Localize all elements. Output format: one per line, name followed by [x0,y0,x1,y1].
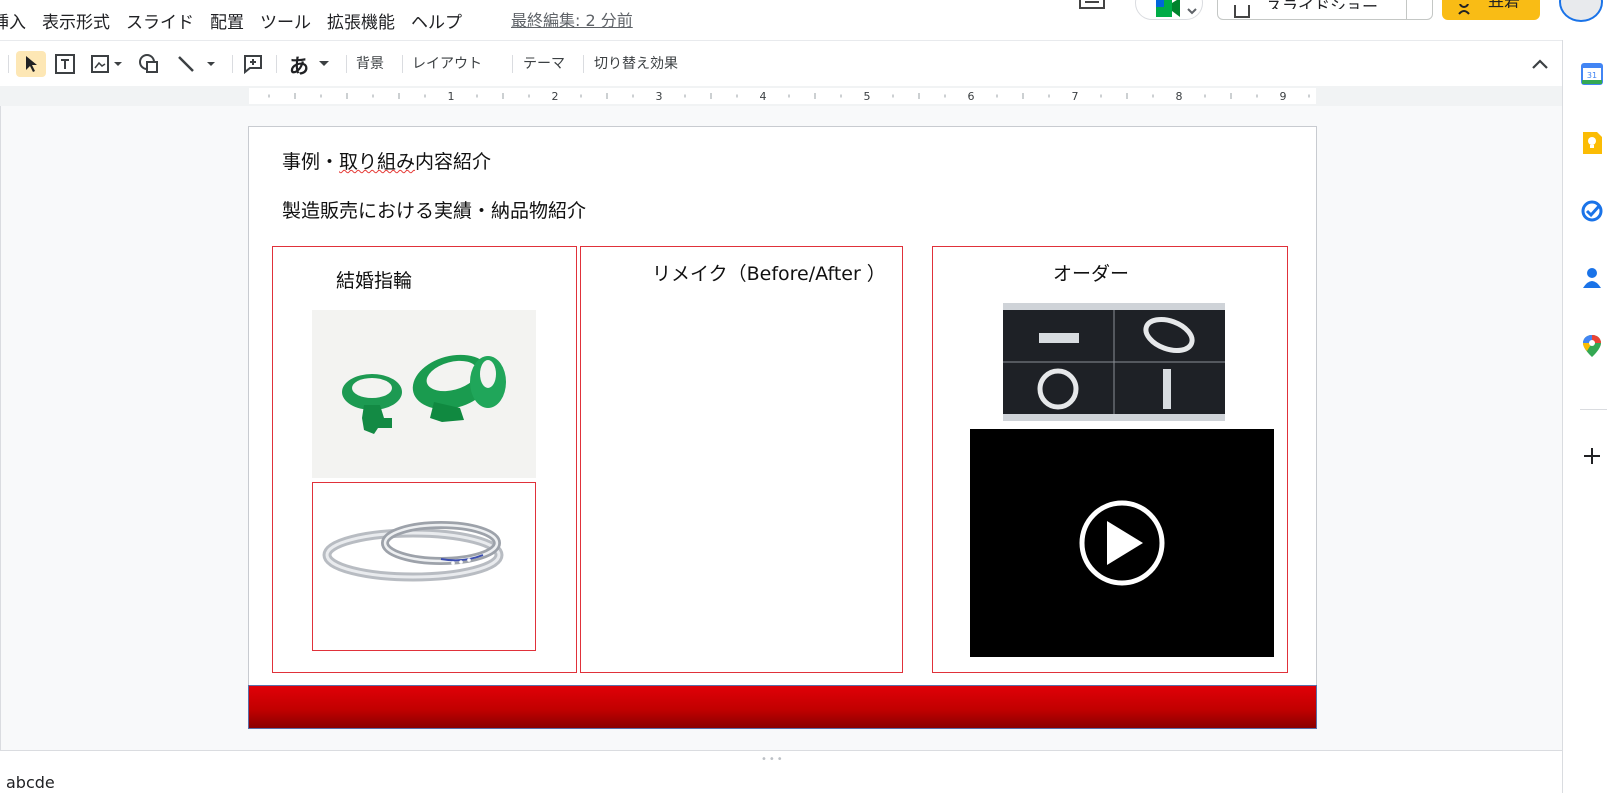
slideshow-dropdown[interactable] [1406,0,1432,19]
slide-title[interactable]: 事例・取り組み内容紹介 [282,147,491,174]
ruler-label: 6 [968,90,975,103]
menu-extensions[interactable]: 拡張機能 [327,8,395,33]
image-icon [91,55,122,73]
remake-box[interactable] [580,246,903,673]
shape-tool[interactable] [136,51,162,77]
slide-subtitle[interactable]: 製造販売における実績・納品物紹介 [282,196,586,223]
cursor-arrow-icon [26,56,37,72]
maps-icon[interactable] [1580,334,1604,358]
ruler-label: 7 [1072,90,1079,103]
lock-people-icon [1458,4,1470,15]
meet-icon [1156,0,1197,17]
input-tools-button[interactable]: あ [284,51,338,78]
ruler-label: 4 [760,90,767,103]
chevron-down-icon [319,61,329,66]
ruler-label: 5 [864,90,871,103]
toolbar-separator [8,55,9,73]
textbox-tool[interactable] [52,51,78,77]
wedding-ring-label[interactable]: 結婚指輪 [336,266,412,293]
slide[interactable]: 事例・取り組み内容紹介 製造販売における実績・納品物紹介 結婚指輪 リメイク（B… [248,126,1317,729]
line-icon [178,56,215,72]
menu-items: 挿入 表示形式 スライド 配置 ツール 拡張機能 ヘルプ [0,8,478,33]
slide-footer-band [248,685,1317,729]
cad-screenshot-image[interactable] [1003,303,1225,421]
select-tool[interactable] [16,51,46,77]
menu-bar: 挿入 表示形式 スライド 配置 ツール 拡張機能 ヘルプ 最終編集: 2 分前 [0,0,1603,40]
slide-title-misspelled: 取り組み [339,151,416,173]
share-button[interactable]: 共有 [1442,0,1540,20]
toolbar: あ 背景 レイアウト テーマ 切り替え効果 [0,40,1562,106]
drag-handle-icon[interactable]: ••• [761,754,785,765]
collapse-toolbar-icon[interactable] [1530,57,1550,71]
transition-button[interactable]: 切り替え効果 [594,53,678,73]
toolbar-separator [583,55,584,73]
calendar-icon[interactable]: 31 [1580,62,1604,86]
play-icon[interactable] [970,429,1274,657]
svg-text:31: 31 [1587,71,1597,80]
menu-format[interactable]: 表示形式 [42,8,110,33]
slide-title-suffix: 内容紹介 [415,151,492,173]
last-edit-link[interactable]: 最終編集: 2 分前 [511,7,633,31]
textbox-icon [55,54,75,74]
background-button[interactable]: 背景 [356,53,384,73]
wax-ring-model-image[interactable] [312,310,536,478]
contacts-icon[interactable] [1580,266,1604,290]
insert-image-tool[interactable] [88,51,128,77]
comment-history-icon[interactable] [1078,0,1106,12]
toolbar-separator [512,55,513,73]
keep-icon[interactable] [1580,131,1604,155]
ruler-label: 2 [552,90,559,103]
ruler-label: 9 [1280,90,1287,103]
speaker-notes[interactable]: abcde [6,773,55,792]
slides-editor: 挿入 表示形式 スライド 配置 ツール 拡張機能 ヘルプ 最終編集: 2 分前 [0,0,1607,793]
add-comment-tool[interactable] [240,51,266,77]
menu-arrange[interactable]: 配置 [210,8,244,33]
tasks-icon[interactable] [1580,199,1604,223]
remake-label[interactable]: リメイク（Before/After ） [652,259,886,286]
shape-icon [139,54,158,73]
add-comment-icon [244,55,262,75]
video-player[interactable] [970,429,1274,657]
slideshow-button[interactable]: スライドショー [1217,0,1433,20]
ruler-label: 3 [656,90,663,103]
toolbar-separator [402,55,403,73]
account-avatar[interactable] [1559,0,1603,22]
ruler-label: 1 [448,90,455,103]
line-tool[interactable] [174,51,222,77]
side-panel-divider [1580,409,1607,410]
menu-insert[interactable]: 挿入 [0,8,26,33]
meet-button[interactable] [1135,0,1203,20]
horizontal-ruler[interactable]: 1 2 3 4 5 6 7 8 9 [249,88,1316,104]
slideshow-label: スライドショー [1266,0,1378,9]
input-tools-label: あ [289,53,309,78]
theme-button[interactable]: テーマ [523,53,565,73]
ruler-label: 8 [1176,90,1183,103]
layout-button[interactable]: レイアウト [412,53,482,73]
wedding-ring-photo-frame[interactable] [312,482,536,651]
toolbar-separator [346,55,347,73]
toolbar-separator [232,55,233,73]
slide-title-prefix: 事例・ [282,151,340,173]
share-label: 共有 [1488,0,1520,8]
menu-help[interactable]: ヘルプ [411,8,462,33]
ruler-scale: 1 2 3 4 5 6 7 8 9 [268,90,1310,103]
toolbar-separator [276,55,277,73]
menu-slide[interactable]: スライド [126,8,194,33]
slideshow-main[interactable]: スライドショー [1218,0,1406,19]
order-label[interactable]: オーダー [1053,259,1129,286]
menu-tools[interactable]: ツール [260,8,311,33]
slideshow-icon [1234,5,1250,18]
add-icon[interactable] [1580,444,1604,468]
wedding-ring-photo [322,521,504,582]
